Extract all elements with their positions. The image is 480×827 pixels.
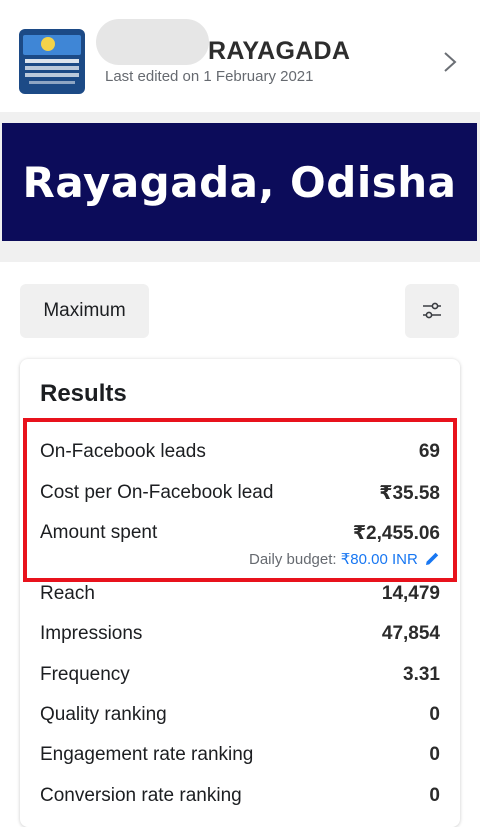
metric-value: 0 [429,744,440,765]
last-edited-text: Last edited on 1 February 2021 [105,68,314,85]
maximum-button[interactable]: Maximum [20,284,149,338]
results-title: Results [40,380,127,407]
thumbnail-sun-icon [41,37,55,51]
metric-label: Frequency [40,664,130,685]
section-divider [0,241,480,262]
ad-thumbnail-image[interactable] [19,29,85,94]
chevron-right-icon[interactable] [440,50,460,74]
highlight-box [23,418,457,582]
ad-title[interactable]: RAYAGADA [208,37,350,66]
metric-value: 0 [429,704,440,725]
ad-banner-image: Rayagada, Odisha [2,123,477,241]
metric-label: Engagement rate ranking [40,744,254,765]
filter-sliders-icon [423,302,441,319]
metric-value: 3.31 [403,664,440,685]
metric-label: Quality ranking [40,704,167,725]
thumbnail-text-line [25,66,79,70]
metric-label: Reach [40,583,95,604]
banner-text: Rayagada, Odisha [22,157,457,207]
metric-row-conversion-ranking[interactable]: Conversion rate ranking 0 [40,785,440,811]
metric-row-impressions[interactable]: Impressions 47,854 [40,623,440,649]
metric-row-quality-ranking[interactable]: Quality ranking 0 [40,704,440,730]
metric-label: Impressions [40,623,143,644]
metric-row-frequency[interactable]: Frequency 3.31 [40,664,440,690]
redacted-name-blur [96,19,209,65]
thumbnail-text-line [25,59,79,63]
metric-row-reach[interactable]: Reach 14,479 [40,583,440,609]
metric-value: 47,854 [381,623,440,644]
metric-label: Conversion rate ranking [40,785,242,806]
metric-value: 0 [429,785,440,806]
filter-button[interactable] [405,284,459,338]
metric-row-engagement-ranking[interactable]: Engagement rate ranking 0 [40,744,440,770]
thumbnail-text-line [29,81,75,84]
metric-value: 14,479 [381,583,440,604]
thumbnail-text-line [25,73,79,77]
